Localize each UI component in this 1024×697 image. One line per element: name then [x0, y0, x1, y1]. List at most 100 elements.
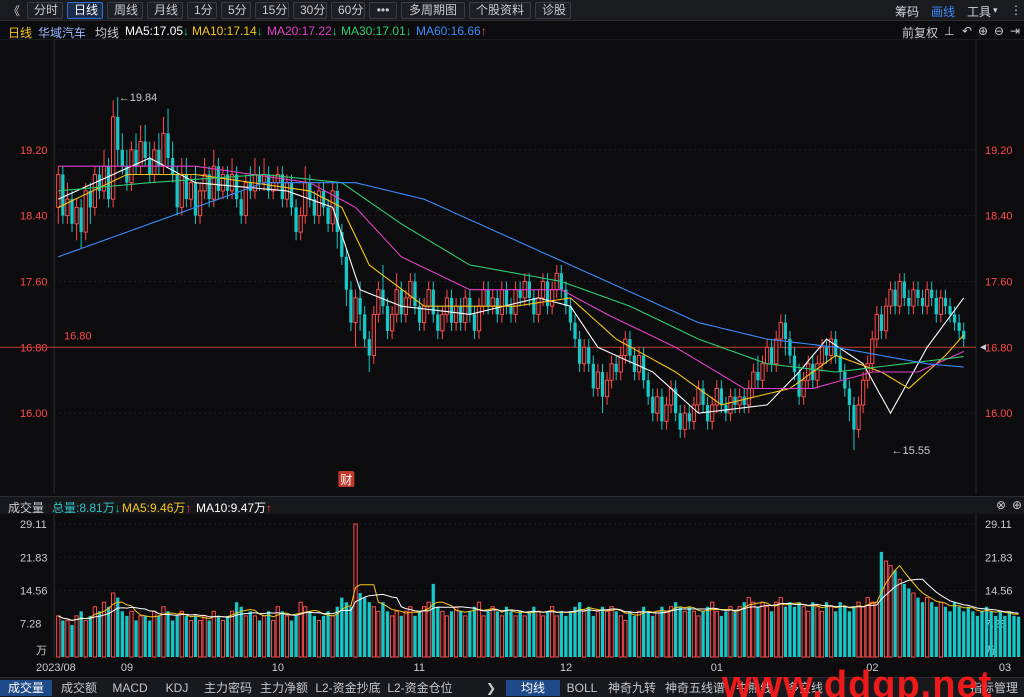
volume-bar: [975, 615, 980, 657]
period-tab-12[interactable]: 诊股: [535, 2, 571, 19]
overlay-tab-2[interactable]: 神奇九转: [604, 680, 660, 696]
volume-bar: [691, 610, 697, 658]
volume-bar: [668, 606, 674, 658]
expand-icon[interactable]: ⇥: [1010, 24, 1020, 38]
period-tab-1[interactable]: 日线: [67, 2, 103, 19]
period-tab-11[interactable]: 个股资料: [469, 2, 531, 19]
draw-line-button[interactable]: 画线: [931, 3, 955, 20]
price-ytick-right: 17.60: [985, 276, 1013, 288]
indicator-tab-6[interactable]: L2-资金抄底: [312, 680, 384, 696]
volume-bar: [504, 606, 509, 657]
volume-bar: [376, 610, 381, 658]
period-tab-3[interactable]: 月线: [147, 2, 183, 19]
period-tab-2[interactable]: 周线: [107, 2, 143, 19]
period-tab-5[interactable]: 5分: [221, 2, 251, 19]
undo-icon[interactable]: ↶: [962, 24, 972, 38]
candle-body: [888, 289, 893, 307]
volume-bar: [1007, 611, 1012, 657]
indicator-tab-2[interactable]: MACD: [106, 680, 154, 696]
vol-ytick-right: 29.11: [985, 519, 1012, 531]
volume-bar: [431, 583, 435, 657]
period-tab-9[interactable]: •••: [369, 2, 397, 19]
high-price-marker: ←19.84: [119, 92, 158, 104]
candle-body: [819, 346, 825, 365]
volume-bar: [742, 602, 746, 657]
indicator-tab-0[interactable]: 成交量: [0, 680, 52, 696]
volume-bar: [843, 606, 847, 657]
period-tab-6[interactable]: 15分: [255, 2, 289, 19]
volume-bar: [518, 611, 522, 657]
candle-body: [916, 289, 920, 298]
volume-bar: [56, 615, 61, 658]
candle-body: [824, 347, 829, 356]
zoom-out-icon[interactable]: ⊖: [994, 24, 1004, 38]
vol-ytick-left: 29.11: [20, 519, 47, 531]
candle-body: [152, 149, 157, 175]
candle-body: [636, 355, 642, 373]
fullscreen-icon[interactable]: ⋮: [1010, 3, 1022, 17]
candle-body: [65, 198, 70, 217]
volume-bar: [746, 597, 751, 658]
price-ytick-left: 17.60: [20, 276, 48, 288]
candle-body: [911, 289, 916, 307]
volume-bar: [792, 606, 797, 657]
candle-body: [349, 289, 353, 323]
volume-bar: [349, 606, 353, 657]
candle-body: [668, 387, 674, 406]
tools-button[interactable]: 工具: [967, 3, 991, 20]
volume-bar: [897, 578, 902, 658]
overlay-tab-0[interactable]: 均线: [506, 680, 560, 696]
period-tab-7[interactable]: 30分: [293, 2, 327, 19]
tabs-scroll-right-icon[interactable]: ❯: [486, 680, 496, 696]
overlay-tab-3[interactable]: 神奇五线谱: [660, 680, 730, 696]
candle-body: [211, 165, 216, 200]
volume-bar: [860, 606, 866, 658]
indicator-tab-7[interactable]: L2-资金仓位: [384, 680, 456, 696]
top-toolbar: 《 分时 日线 周线 月线 1分 5分 15分 30分 60分 ••• 多周期图 个股资料 诊股 筹码 …: [0, 0, 1024, 21]
volume-bar: [193, 615, 198, 657]
candle-body: [852, 404, 856, 430]
volume-bar: [664, 610, 669, 658]
volume-chart[interactable]: 7.287.2814.5614.5621.8321.8329.1129.11万万: [0, 514, 1024, 658]
back-icon[interactable]: 《: [8, 2, 20, 19]
volume-bar: [920, 602, 925, 657]
settings-icon[interactable]: ⊥: [944, 24, 954, 38]
date-tick: 2023/08: [36, 662, 76, 674]
candle-body: [61, 174, 65, 216]
ref-price-label: 16.80: [64, 330, 92, 342]
overlay-tab-1[interactable]: BOLL: [560, 680, 604, 696]
volume-bar: [289, 620, 294, 657]
candle-body: [188, 182, 194, 200]
volume-bar: [930, 602, 934, 657]
volume-bar: [527, 611, 531, 657]
volume-close-icon[interactable]: ⊗: [996, 498, 1006, 512]
zoom-in-icon[interactable]: ⊕: [978, 24, 988, 38]
candle-body: [943, 297, 948, 307]
indicator-tab-1[interactable]: 成交额: [52, 680, 106, 696]
volume-bar: [312, 615, 317, 657]
indicator-tab-4[interactable]: 主力密码: [200, 680, 256, 696]
news-badge-label[interactable]: 财: [340, 473, 352, 487]
chip-button[interactable]: 筹码: [895, 3, 919, 20]
candle-body: [385, 306, 390, 331]
volume-bar: [564, 615, 568, 657]
indicator-tab-5[interactable]: 主力净额: [256, 680, 312, 696]
period-tab-4[interactable]: 1分: [187, 2, 217, 19]
volume-bar: [646, 611, 650, 657]
volume-add-icon[interactable]: ⊕: [1012, 498, 1022, 512]
volume-bar: [856, 601, 861, 658]
period-tab-10[interactable]: 多周期图: [401, 2, 465, 19]
date-tick: 12: [560, 662, 572, 674]
volume-bar: [957, 606, 961, 657]
candle-body: [682, 412, 687, 431]
period-tab-0[interactable]: 分时: [27, 2, 63, 19]
tools-dropdown-icon[interactable]: ▾: [993, 5, 998, 16]
candle-body: [907, 297, 911, 307]
candle-body: [710, 404, 715, 422]
volume-bar: [966, 606, 970, 657]
indicator-tab-3[interactable]: KDJ: [154, 680, 200, 696]
price-chart[interactable]: 16.00 16.00 16.80 16.80 17.60 17.60 18.40 18.40…: [0, 39, 1024, 494]
volume-bar: [125, 615, 129, 657]
candle-body: [797, 372, 801, 397]
period-tab-8[interactable]: 60分: [331, 2, 365, 19]
